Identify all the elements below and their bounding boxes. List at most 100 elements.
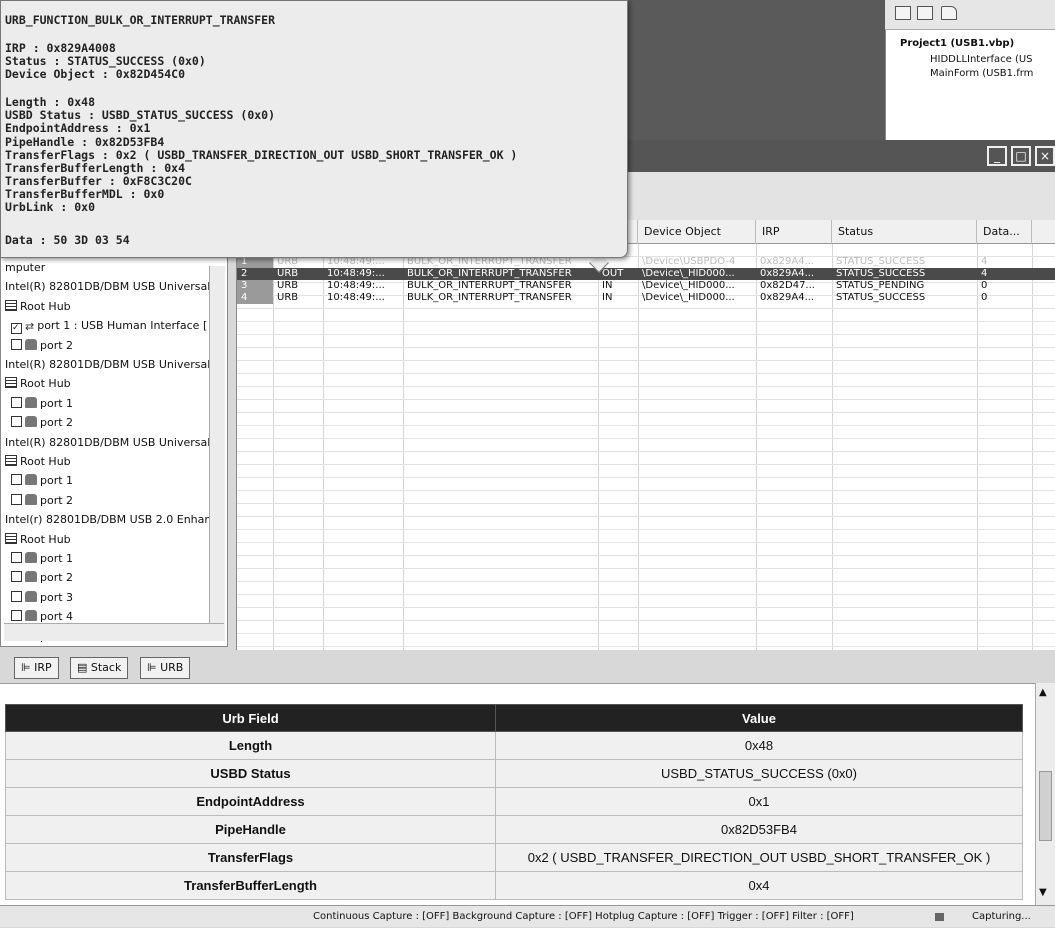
column-header[interactable]: Status [832,220,977,244]
field-value: 0x48 [495,731,1023,760]
tree-item[interactable]: port 2 [11,337,73,355]
scroll-up-icon[interactable]: ▲ [1039,687,1047,698]
project-item[interactable]: HIDDLLInterface (US [930,54,1033,65]
grid-cell-io: OUT [602,268,624,279]
field-value: USBD_STATUS_SUCCESS (0x0) [495,759,1023,788]
grid-cell-request: BULK_OR_INTERRUPT_TRANSFER [407,280,572,291]
grid-cell-type: URB [277,268,299,279]
grid-cell-io: IN [602,280,613,291]
tree-icon: ⊫ [21,661,35,674]
grid-cell-type: URB [277,292,299,303]
tree-item[interactable]: port 1 [11,395,73,413]
field-name: TransferBufferLength [5,871,496,900]
detail-row[interactable]: EndpointAddress 0x1 [5,787,1023,816]
field-name: USBD Status [5,759,496,788]
grid-cell-status [832,244,977,256]
grid-cell-data: 4 [981,256,988,267]
maximize-icon[interactable]: □ [1011,146,1031,166]
detail-scrollbar[interactable]: ▲ ▼ [1035,683,1055,905]
project-root[interactable]: Project1 (USB1.vbp) [900,38,1014,49]
tree-item[interactable]: port 2 [11,414,73,432]
grid-cell-irp [756,244,832,256]
detail-row[interactable]: TransferFlags 0x2 ( USBD_TRANSFER_DIRECTI… [5,843,1023,872]
checkbox-icon[interactable] [11,474,22,486]
grid-row[interactable]: 2 URB 10:48:49:... BULK_OR_INTERRUPT_TRANSF… [237,268,1055,280]
tooltip-line: TransferBufferLength : 0x4 [5,161,186,175]
tree-item[interactable]: Intel(r) 82801DB/DBM USB 2.0 Enhan [5,511,211,529]
grid-cell-data: 4 [981,268,988,279]
tooltip-line: UrbLink : 0x0 [5,200,96,214]
port-icon [25,474,37,486]
tree-item[interactable]: Root Hub [5,531,71,549]
minimize-icon[interactable]: _ [987,146,1007,166]
grid-row[interactable]: 4 URB 10:48:49:... BULK_OR_INTERRUPT_TRANSF… [237,292,1055,304]
grid-cell-seq: 2 [241,268,248,279]
column-header[interactable]: IRP [756,220,832,244]
tree-item[interactable]: ✓ ⇄ port 1 : USB Human Interface [ [11,317,207,335]
detail-pane: Urb Field Value Length 0x48 USBD Status USB… [0,683,1055,905]
tree-horizontal-scrollbar[interactable] [4,623,224,641]
grid-cell-seq: 3 [237,280,273,292]
detail-row[interactable]: USBD Status USBD_STATUS_SUCCESS (0x0) [5,759,1023,788]
view-tabs: ⊫ IRP ▤ Stack ⊫ URB [0,655,240,681]
tree-item-label: Root Hub [20,377,71,391]
tree-item[interactable]: port 2 [11,569,73,587]
scroll-thumb[interactable] [1039,771,1052,841]
toggle-folders-icon[interactable] [941,6,957,20]
checkbox-icon[interactable] [11,396,22,408]
tree-item[interactable]: Intel(R) 82801DB/DBM USB Universal [5,356,210,374]
request-grid: SeqTypeTimeRequestI/ODevice ObjectIRPSta… [236,220,1055,650]
grid-cell-device: \Device\_HID000... [642,292,735,303]
checkbox-icon[interactable] [11,338,22,350]
column-header[interactable]: Device Object [638,220,756,244]
hub-icon [5,455,17,466]
tab-irp[interactable]: ⊫ IRP [14,657,59,679]
checkbox-icon[interactable] [11,493,22,505]
tree-item-label: port 2 [40,571,74,585]
checkbox-icon[interactable] [11,552,22,563]
port-icon [25,571,37,583]
tooltip-line: TransferBuffer : 0xF8C3C20C [5,174,192,188]
tree-item[interactable]: mputer [5,259,45,277]
view-object-icon[interactable] [917,6,933,20]
checkbox-icon[interactable] [11,571,22,583]
field-name: EndpointAddress [5,787,496,816]
detail-row[interactable]: PipeHandle 0x82D53FB4 [5,815,1023,844]
tree-item[interactable]: port 1 [11,550,73,568]
detail-row[interactable]: Length 0x48 [5,731,1023,760]
grid-cell-device: \Device\USBPDO-4 [642,256,736,267]
tab-urb[interactable]: ⊫ URB [140,657,191,679]
tree-item[interactable]: Intel(R) 82801DB/DBM USB Universal [5,434,210,452]
capture-indicator-icon [935,913,944,921]
project-item[interactable]: MainForm (USB1.frm [930,68,1033,79]
tree-item[interactable]: Root Hub [5,298,71,316]
column-header[interactable]: Data... [977,220,1032,244]
tree-item[interactable]: port 3 [11,589,73,607]
port-icon [25,338,37,350]
urb-field-table: Urb Field Value Length 0x48 USBD Status USB… [5,704,1023,900]
view-code-icon[interactable] [895,6,911,20]
tab-stack[interactable]: ▤ Stack [70,657,129,679]
tree-vertical-scrollbar[interactable] [209,266,225,641]
tooltip-title: URB_FUNCTION_BULK_OR_INTERRUPT_TRANSFER [5,13,276,27]
tree-item[interactable]: port 1 [11,472,73,490]
close-icon[interactable]: × [1035,146,1055,166]
project-toolbar [885,0,1055,30]
checkbox-icon[interactable] [11,590,22,602]
detail-row[interactable]: TransferBufferLength 0x4 [5,871,1023,900]
tree-item[interactable]: Intel(R) 82801DB/DBM USB Universal [5,278,210,296]
status-text: Continuous Capture : [OFF] Background Ca… [313,911,854,922]
scroll-down-icon[interactable]: ▼ [1039,887,1047,898]
tree-item[interactable]: Root Hub [5,375,71,393]
checkbox-icon[interactable] [11,416,22,428]
tooltip-line: EndpointAddress : 0x1 [5,121,151,135]
column-header: Value [495,704,1023,732]
grid-row[interactable]: 3 URB 10:48:49:... BULK_OR_INTERRUPT_TRANSF… [237,280,1055,292]
checked-checkbox-icon[interactable]: ✓ [11,323,22,335]
tree-item[interactable]: Root Hub [5,453,71,471]
grid-cell-type: URB [277,280,299,291]
grid-cell-irp: 0x82D47... [760,280,815,291]
checkbox-icon[interactable] [11,610,22,622]
grid-cell-data: 0 [981,292,988,303]
tree-item[interactable]: port 2 [11,492,73,510]
